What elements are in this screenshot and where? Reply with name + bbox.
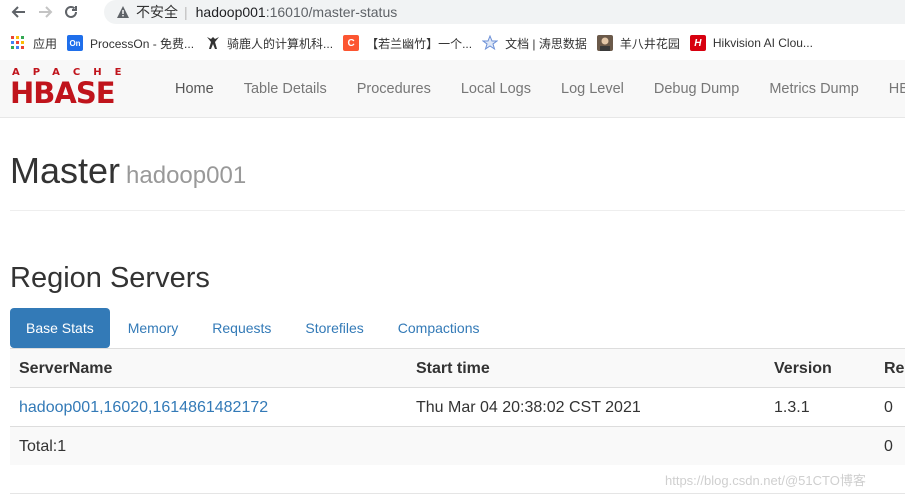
url-path: :16010/master-status bbox=[265, 4, 398, 20]
bookmarks-bar: 应用 On ProcessOn - 免费... 骑鹿人的计算机科... C 【若… bbox=[0, 30, 905, 56]
nav-log-level[interactable]: Log Level bbox=[546, 60, 639, 118]
column-header: Version bbox=[774, 359, 832, 377]
bookmark-label: ProcessOn - 免费... bbox=[90, 36, 195, 51]
tab-base-stats[interactable]: Base Stats bbox=[10, 308, 110, 348]
address-bar[interactable]: 不安全 | hadoop001:16010/master-status bbox=[104, 0, 905, 24]
avatar-icon bbox=[596, 35, 613, 51]
hikvision-icon: H bbox=[689, 35, 706, 51]
reload-icon[interactable] bbox=[58, 0, 84, 24]
forward-arrow-icon[interactable] bbox=[32, 0, 58, 24]
bookmark-processon[interactable]: On ProcessOn - 免费... bbox=[67, 35, 194, 52]
logo-hbase-text: HBASE bbox=[10, 76, 116, 110]
nav-menu: Home Table Details Procedures Local Logs… bbox=[160, 60, 905, 118]
bookmark-taos-docs[interactable]: 文档 | 涛思数据 bbox=[482, 35, 587, 52]
divider bbox=[10, 493, 905, 494]
apps-grid-icon bbox=[10, 35, 26, 51]
hbase-logo[interactable]: APACHE HBASE bbox=[10, 68, 148, 110]
table-total-row: Total:1 0 bbox=[10, 426, 905, 465]
url-host: hadoop001 bbox=[195, 4, 266, 20]
star-icon bbox=[482, 35, 499, 51]
server-name-link[interactable]: hadoop001,16020,1614861482172 bbox=[19, 388, 268, 427]
version-cell: 1.3.1 bbox=[774, 398, 810, 416]
nav-metrics-dump[interactable]: Metrics Dump bbox=[754, 60, 873, 118]
bookmark-label: 【若兰幽竹】一个... bbox=[366, 36, 473, 51]
bookmark-yangbajing[interactable]: 羊八井花园 bbox=[596, 35, 680, 52]
table-header-row: ServerName Start time Version Re bbox=[10, 348, 905, 387]
tab-compactions[interactable]: Compactions bbox=[382, 308, 496, 348]
bookmark-csdn[interactable]: C 【若兰幽竹】一个... bbox=[343, 35, 472, 52]
nav-debug-dump[interactable]: Debug Dump bbox=[639, 60, 754, 118]
tab-storefiles[interactable]: Storefiles bbox=[289, 308, 379, 348]
page-header: Master hadoop001 bbox=[10, 150, 905, 211]
bookmark-apps[interactable]: 应用 bbox=[10, 35, 57, 52]
hbase-navbar: APACHE HBASE Home Table Details Procedur… bbox=[0, 60, 905, 118]
column-header: ServerName bbox=[19, 359, 113, 377]
page-title: Master hadoop001 bbox=[10, 150, 905, 192]
nav-procedures[interactable]: Procedures bbox=[342, 60, 446, 118]
back-arrow-icon[interactable] bbox=[6, 0, 32, 24]
bookmark-label: 应用 bbox=[33, 36, 58, 51]
browser-toolbar: 不安全 | hadoop001:16010/master-status bbox=[0, 0, 905, 24]
tab-memory[interactable]: Memory bbox=[112, 308, 195, 348]
bookmark-label: 羊八井花园 bbox=[619, 36, 680, 51]
master-title: Master bbox=[10, 150, 121, 191]
region-servers-title: Region Servers bbox=[10, 262, 210, 294]
region-servers-tabs: Base Stats Memory Requests Storefiles Co… bbox=[10, 308, 497, 348]
master-host: hadoop001 bbox=[126, 162, 247, 189]
requests-cell: 0 bbox=[884, 398, 893, 416]
url-separator: | bbox=[184, 4, 188, 20]
insecure-label: 不安全 bbox=[136, 4, 178, 20]
bookmark-qiluren[interactable]: 骑鹿人的计算机科... bbox=[204, 35, 333, 52]
bookmark-label: 骑鹿人的计算机科... bbox=[227, 36, 334, 51]
nav-home[interactable]: Home bbox=[160, 60, 229, 118]
figure-icon bbox=[204, 35, 220, 51]
start-time-cell: Thu Mar 04 20:38:02 CST 2021 bbox=[416, 398, 641, 416]
warning-icon[interactable] bbox=[116, 5, 130, 19]
total-requests-cell: 0 bbox=[884, 437, 893, 455]
bookmark-label: 文档 | 涛思数据 bbox=[505, 36, 587, 51]
total-label: Total:1 bbox=[19, 437, 67, 455]
bookmark-label: Hikvision AI Clou... bbox=[712, 36, 813, 50]
processon-icon: On bbox=[67, 35, 84, 51]
watermark-text: https://blog.csdn.net/@51CTO博客 bbox=[665, 473, 866, 488]
nav-table-details[interactable]: Table Details bbox=[229, 60, 342, 118]
column-header: Start time bbox=[416, 359, 490, 377]
csdn-icon: C bbox=[343, 35, 360, 51]
nav-local-logs[interactable]: Local Logs bbox=[446, 60, 546, 118]
column-header: Re bbox=[884, 359, 905, 377]
table-row: hadoop001,16020,1614861482172 Thu Mar 04… bbox=[10, 387, 905, 426]
bookmark-hikvision[interactable]: H Hikvision AI Clou... bbox=[689, 35, 813, 51]
region-servers-table: ServerName Start time Version Re hadoop0… bbox=[10, 348, 905, 465]
tab-requests[interactable]: Requests bbox=[196, 308, 287, 348]
nav-hbase-config[interactable]: HBas bbox=[874, 60, 905, 118]
